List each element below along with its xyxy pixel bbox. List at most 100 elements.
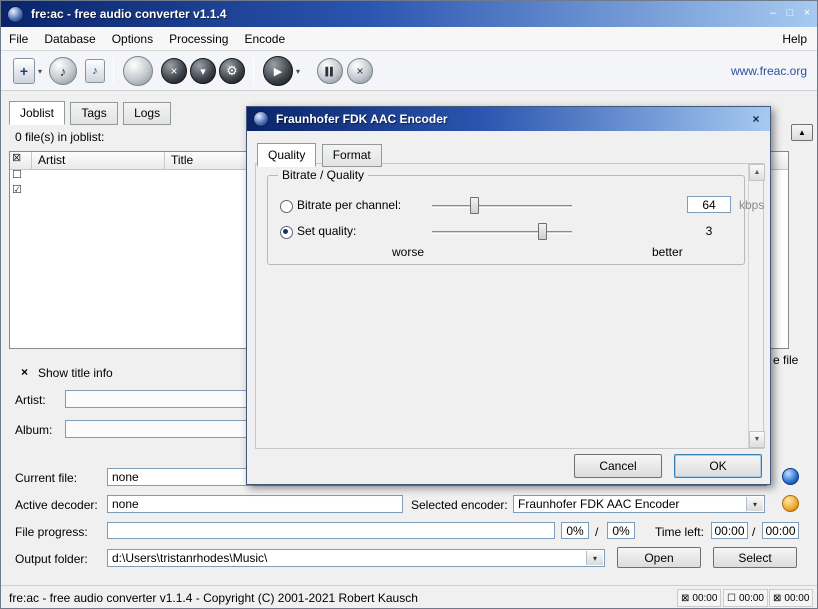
open-button[interactable]: Open (617, 547, 701, 568)
statusbar-text: fre:ac - free audio converter v1.1.4 - C… (9, 591, 418, 605)
freac-website-link[interactable]: www.freac.org (731, 64, 807, 78)
statusbar-time-chip: ⊠ 00:00 (677, 589, 721, 607)
time-left-field: 00:00 (711, 522, 748, 539)
file-progress-percent: 0% (561, 522, 589, 539)
start-encoding-icon[interactable]: ▶ (263, 56, 293, 86)
tab-tags[interactable]: Tags (70, 102, 117, 125)
chevron-down-icon[interactable]: ▾ (746, 497, 763, 511)
quality-radio-label[interactable]: Set quality: (297, 224, 356, 238)
time-separator: / (752, 525, 755, 539)
bitrate-slider[interactable] (432, 205, 572, 208)
bitrate-slider-thumb[interactable] (470, 197, 479, 214)
close-button[interactable]: × (799, 6, 815, 22)
info-icon[interactable] (782, 468, 799, 485)
dialog-close-icon[interactable]: × (747, 111, 765, 127)
toolbar-separator (253, 57, 254, 85)
menu-file[interactable]: File (1, 28, 36, 50)
application-window: fre:ac - free audio converter v1.1.4 – □… (0, 0, 818, 609)
groupbox-title: Bitrate / Quality (278, 168, 368, 182)
bitrate-value-field[interactable]: 64 (687, 196, 731, 213)
time-chip-icon: ⊠ (773, 593, 781, 604)
app-icon (7, 6, 24, 23)
artist-label: Artist: (15, 393, 46, 407)
dialog-titlebar: Fraunhofer FDK AAC Encoder × (247, 107, 770, 131)
album-label: Album: (15, 423, 52, 437)
tab-joblist[interactable]: Joblist (9, 101, 65, 125)
add-cd-icon[interactable]: ♪ (49, 57, 77, 85)
main-tabstrip: Joblist Tags Logs (9, 101, 173, 125)
dialog-tabstrip: Quality Format (257, 143, 384, 167)
tab-format[interactable]: Format (322, 144, 382, 167)
menu-database[interactable]: Database (36, 28, 103, 50)
eject-button[interactable]: ▲ (791, 124, 813, 141)
bitrate-radio[interactable] (280, 200, 293, 213)
chevron-down-icon[interactable]: ▾ (586, 551, 603, 565)
encoder-config-dialog: Fraunhofer FDK AAC Encoder × Quality For… (246, 106, 771, 485)
file-progress-label: File progress: (15, 525, 88, 539)
titlebar: fre:ac - free audio converter v1.1.4 (1, 1, 817, 27)
tab-quality[interactable]: Quality (257, 143, 316, 167)
freedb-discard-icon[interactable]: × (161, 58, 187, 84)
select-all-checkbox-icon[interactable]: ⊠ (12, 153, 21, 164)
scroll-down-icon[interactable]: ▼ (749, 431, 765, 448)
freedb-submit-icon[interactable]: ▾ (190, 58, 216, 84)
select-button[interactable]: Select (713, 547, 797, 568)
start-encoding-dropdown-icon[interactable]: ▾ (296, 67, 300, 76)
time-chip-value: 00:00 (784, 593, 809, 604)
menu-help[interactable]: Help (772, 28, 817, 50)
status-icon[interactable] (782, 495, 799, 512)
selected-encoder-label: Selected encoder: (411, 498, 508, 512)
quality-slider-thumb[interactable] (538, 223, 547, 240)
dialog-title: Fraunhofer FDK AAC Encoder (276, 112, 448, 126)
joblist-count-label: 0 file(s) in joblist: (15, 130, 104, 144)
pause-encoding-icon[interactable]: ▌▌ (317, 58, 343, 84)
time-chip-icon: ☐ (727, 593, 736, 604)
active-decoder-field: none (107, 495, 403, 513)
active-decoder-label: Active decoder: (15, 498, 98, 512)
tab-logs[interactable]: Logs (123, 102, 171, 125)
time-chip-icon: ⊠ (681, 593, 689, 604)
time-total-field: 00:00 (762, 522, 799, 539)
freedb-query-icon[interactable] (123, 56, 153, 86)
window-title: fre:ac - free audio converter v1.1.4 (31, 7, 226, 21)
menu-options[interactable]: Options (104, 28, 161, 50)
menubar: File Database Options Processing Encode … (1, 27, 817, 51)
scroll-up-icon[interactable]: ▲ (749, 164, 765, 181)
checkbox-checked-icon[interactable]: ☑ (12, 185, 22, 196)
partial-right-label: e file (773, 353, 798, 367)
total-progress-percent: 0% (607, 522, 635, 539)
add-files-icon[interactable]: + (13, 58, 35, 84)
quality-slider[interactable] (432, 231, 572, 234)
time-chip-value: 00:00 (692, 593, 717, 604)
checkbox-unchecked-icon[interactable]: ☐ (12, 170, 22, 181)
time-chip-value: 00:00 (739, 593, 764, 604)
selected-encoder-combo[interactable]: Fraunhofer FDK AAC Encoder ▾ (513, 495, 765, 513)
bitrate-radio-label[interactable]: Bitrate per channel: (297, 198, 401, 212)
menu-processing[interactable]: Processing (161, 28, 236, 50)
output-folder-combo[interactable]: d:\Users\tristanrhodes\Music\ ▾ (107, 549, 605, 567)
bitrate-unit-label: kbps (739, 198, 764, 212)
minimize-button[interactable]: – (765, 6, 781, 22)
hide-title-info-icon[interactable]: × (21, 365, 28, 379)
stop-encoding-icon[interactable]: × (347, 58, 373, 84)
menu-encode[interactable]: Encode (236, 28, 293, 50)
current-file-label: Current file: (15, 471, 77, 485)
selected-encoder-value: Fraunhofer FDK AAC Encoder (518, 497, 679, 511)
toolbar-separator (113, 57, 114, 85)
freedb-manage-icon[interactable]: ⚙ (219, 58, 245, 84)
add-files-dropdown-icon[interactable]: ▾ (38, 67, 42, 76)
add-audio-file-icon[interactable]: ♪ (85, 59, 105, 83)
maximize-button[interactable]: □ (782, 6, 798, 22)
time-left-label: Time left: (655, 525, 704, 539)
show-title-info-label: Show title info (38, 366, 113, 380)
ok-button[interactable]: OK (674, 454, 762, 478)
dialog-app-icon (253, 111, 269, 127)
cancel-button[interactable]: Cancel (574, 454, 662, 478)
column-header-artist[interactable]: Artist (32, 152, 165, 169)
output-folder-label: Output folder: (15, 552, 88, 566)
better-label: better (652, 245, 683, 259)
quality-radio[interactable] (280, 226, 293, 239)
statusbar-time-chip: ☐ 00:00 (723, 589, 768, 607)
worse-label: worse (392, 245, 424, 259)
output-folder-value: d:\Users\tristanrhodes\Music\ (112, 551, 267, 565)
